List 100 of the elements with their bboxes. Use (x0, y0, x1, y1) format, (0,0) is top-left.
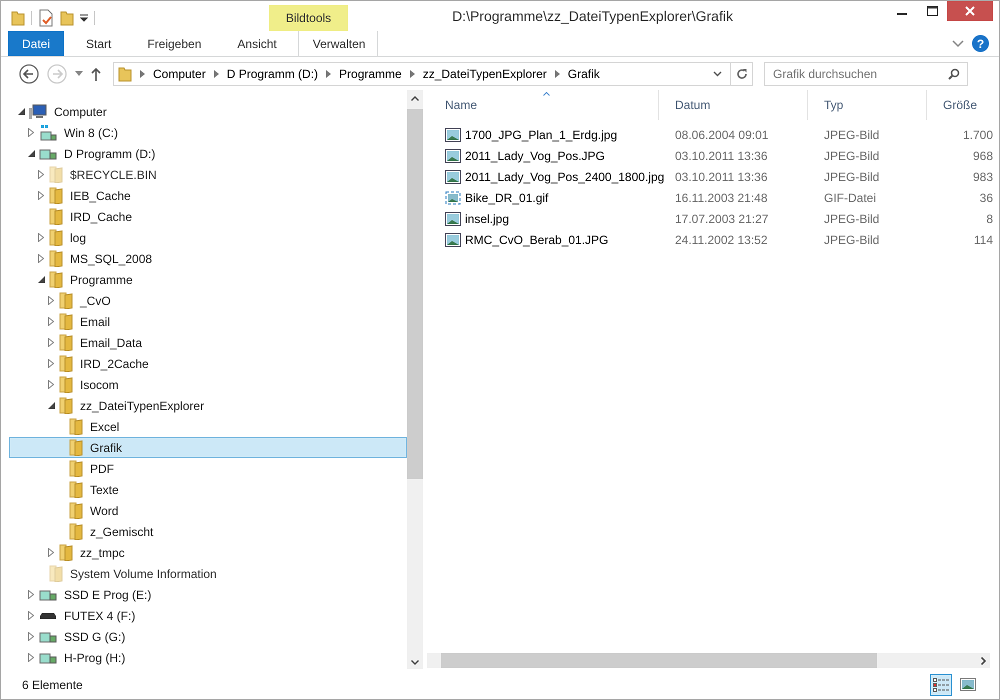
tree-item[interactable]: Email_Data (9, 332, 407, 353)
tree-item[interactable]: SSD G (G:) (9, 626, 407, 647)
ribbon-tab[interactable]: Ansicht (223, 31, 291, 56)
tree-item[interactable]: SSD E Prog (E:) (9, 584, 407, 605)
search-field[interactable]: Grafik durchsuchen (764, 62, 968, 86)
maximize-icon[interactable] (926, 6, 938, 16)
file-name[interactable]: insel.jpg (465, 212, 510, 226)
refresh-icon[interactable] (736, 68, 748, 80)
collapsed-arrow-icon[interactable] (38, 233, 44, 242)
search-icon[interactable] (948, 68, 960, 80)
tree-item[interactable]: Grafik (9, 437, 407, 458)
help-button[interactable]: ? (972, 35, 989, 52)
scroll-up-icon[interactable] (411, 96, 419, 101)
tree-item[interactable]: _CvO (9, 290, 407, 311)
file-name[interactable]: RMC_CvO_Berab_01.JPG (465, 232, 608, 246)
dropdown-caret-icon[interactable] (713, 70, 722, 76)
tree-item[interactable]: Programme (9, 269, 407, 290)
tree-item[interactable]: PDF (9, 458, 407, 479)
scrollbar-thumb[interactable] (441, 653, 877, 668)
tree-item[interactable]: Excel (9, 416, 407, 437)
file-name[interactable]: 2011_Lady_Vog_Pos_2400_1800.jpg (465, 170, 664, 184)
collapsed-arrow-icon[interactable] (38, 191, 44, 200)
breadcrumb[interactable]: zz_DateiTypenExplorer (422, 66, 547, 80)
tree-item[interactable]: zz_tmpc (9, 542, 407, 563)
column-header[interactable]: Typ (808, 90, 927, 120)
large-icons-view-icon[interactable] (960, 678, 976, 691)
collapsed-arrow-icon[interactable] (28, 590, 34, 599)
tree-item[interactable]: z_Gemischt (9, 521, 407, 542)
details-view-button[interactable] (930, 674, 952, 696)
collapsed-arrow-icon[interactable] (48, 548, 54, 557)
ribbon-tab[interactable]: Datei (8, 31, 64, 56)
ribbon-tab[interactable]: Start (72, 31, 126, 56)
expanded-arrow-icon[interactable] (38, 276, 44, 283)
collapsed-arrow-icon[interactable] (28, 653, 34, 662)
recent-caret-icon[interactable] (75, 71, 83, 76)
tree-item[interactable]: Email (9, 311, 407, 332)
tree-item[interactable]: Word (9, 500, 407, 521)
scroll-down-icon[interactable] (411, 660, 419, 665)
ribbon-tab[interactable]: Freigeben (133, 31, 216, 56)
tree-item[interactable]: FUTEX 4 (F:) (9, 605, 407, 626)
folder-icon[interactable] (11, 10, 25, 26)
tree-item[interactable]: MS_SQL_2008 (9, 248, 407, 269)
tree-item[interactable]: Computer (9, 101, 407, 122)
breadcrumb-arrow-icon[interactable] (326, 70, 332, 78)
collapsed-arrow-icon[interactable] (48, 296, 54, 305)
collapsed-arrow-icon[interactable] (38, 170, 44, 179)
tree-item[interactable]: zz_DateiTypenExplorer (9, 395, 407, 416)
refresh-button[interactable] (730, 62, 753, 86)
image-file-icon (445, 232, 461, 246)
collapsed-arrow-icon[interactable] (28, 611, 34, 620)
column-header[interactable]: Datum (659, 90, 808, 120)
scrollbar[interactable] (427, 653, 990, 668)
close-icon[interactable] (965, 6, 975, 16)
scrollbar[interactable] (407, 90, 423, 669)
expanded-arrow-icon[interactable] (28, 150, 34, 157)
scrollbar-thumb[interactable] (407, 109, 423, 479)
column-header[interactable]: Name (427, 90, 659, 120)
collapsed-arrow-icon[interactable] (38, 254, 44, 263)
breadcrumb-arrow-icon[interactable] (410, 70, 415, 78)
address-bar[interactable]: Computer D Programm (D:) Programme zz_DateiTypenExplorer Grafik (113, 62, 731, 86)
tree-item[interactable]: H-Prog (H:) (9, 647, 407, 668)
back-icon[interactable] (19, 64, 39, 84)
collapsed-arrow-icon[interactable] (48, 317, 54, 326)
new-folder-icon[interactable] (60, 10, 74, 26)
tree-item[interactable]: Win 8 (C:) (9, 122, 407, 143)
customize-caret-icon[interactable] (80, 14, 88, 22)
tree-item[interactable]: log (9, 227, 407, 248)
breadcrumb-arrow-icon[interactable] (554, 70, 560, 78)
up-arrow-icon[interactable] (91, 66, 101, 80)
expanded-arrow-icon[interactable] (48, 402, 54, 409)
properties-icon[interactable] (38, 9, 54, 27)
ribbon-tab[interactable]: Verwalten (298, 30, 378, 56)
tree-item[interactable]: IRD_2Cache (9, 353, 407, 374)
tree-item[interactable]: Texte (9, 479, 407, 500)
tree-item[interactable]: IRD_Cache (9, 206, 407, 227)
column-header[interactable]: Größe (927, 90, 999, 120)
tree-item[interactable]: System Volume Information (9, 563, 407, 584)
scroll-right-icon[interactable] (981, 656, 986, 664)
collapsed-arrow-icon[interactable] (28, 632, 34, 641)
details-view-icon[interactable] (933, 678, 949, 692)
file-name[interactable]: Bike_DR_01.gif (465, 190, 548, 204)
breadcrumb[interactable]: Grafik (568, 66, 600, 80)
collapsed-arrow-icon[interactable] (48, 338, 54, 347)
breadcrumb-arrow-icon[interactable] (214, 70, 219, 78)
file-name[interactable]: 1700_JPG_Plan_1_Erdg.jpg (465, 128, 618, 142)
breadcrumb[interactable]: Computer (153, 66, 206, 80)
tree-item[interactable]: $RECYCLE.BIN (9, 164, 407, 185)
expand-ribbon-icon[interactable] (952, 40, 964, 48)
tree-item[interactable]: IEB_Cache (9, 185, 407, 206)
expanded-arrow-icon[interactable] (18, 108, 24, 115)
tree-item[interactable]: Isocom (9, 374, 407, 395)
breadcrumb-arrow-icon[interactable] (140, 70, 145, 78)
collapsed-arrow-icon[interactable] (48, 359, 54, 368)
tree-item[interactable]: D Programm (D:) (9, 143, 407, 164)
collapsed-arrow-icon[interactable] (48, 380, 54, 389)
close-button[interactable] (947, 1, 993, 21)
breadcrumb[interactable]: D Programm (D:) (226, 66, 318, 80)
breadcrumb[interactable]: Programme (339, 66, 402, 80)
collapsed-arrow-icon[interactable] (28, 128, 34, 137)
file-name[interactable]: 2011_Lady_Vog_Pos.JPG (465, 148, 605, 162)
